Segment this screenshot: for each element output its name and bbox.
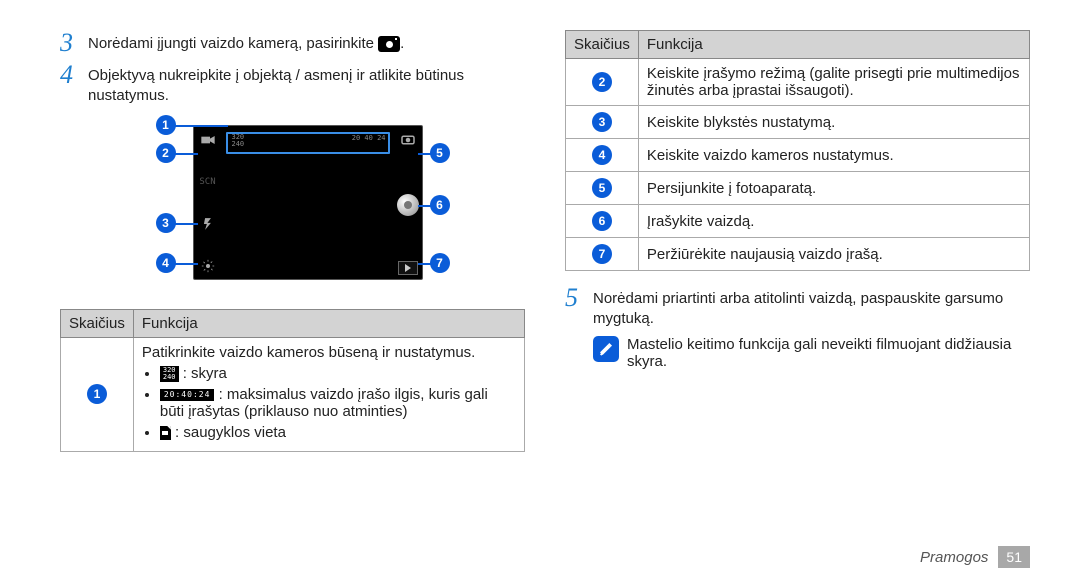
scene-icon: SCN xyxy=(198,172,218,192)
row-badge: 1 xyxy=(87,384,107,404)
step-5: 5 Norėdami priartinti arba atitolinti va… xyxy=(565,285,1030,330)
bullet-text: saugyklos vieta xyxy=(183,424,286,441)
step-number: 3 xyxy=(60,30,88,56)
table-row: 1 Patikrinkite vaizdo kameros būseną ir … xyxy=(61,337,525,451)
table-row: 5 Persijunkite į fotoaparatą. xyxy=(566,172,1030,205)
row-content: Peržiūrėkite naujausią vaizdo įrašą. xyxy=(638,238,1029,271)
bullet-text: skyra xyxy=(191,365,227,382)
playback-thumbnail xyxy=(398,261,418,275)
info-table-right: Skaičius Funkcija 2 Keiskite įrašymo rež… xyxy=(565,30,1030,271)
page-number: 51 xyxy=(998,546,1030,568)
step-number: 5 xyxy=(565,285,593,311)
callout-6: 6 xyxy=(430,195,450,215)
row-content: Keiskite blykstės nustatymą. xyxy=(638,106,1029,139)
page-footer: Pramogos 51 xyxy=(920,546,1030,568)
time-indicator: 20 40 24 xyxy=(352,134,386,142)
row-badge: 4 xyxy=(592,145,612,165)
row-content: Keiskite įrašymo režimą (galite prisegti… xyxy=(638,59,1029,106)
note: Mastelio keitimo funkcija gali neveikti … xyxy=(593,336,1030,370)
camera-mode-icon xyxy=(378,36,400,52)
bullet-storage: : saugyklos vieta xyxy=(160,424,516,441)
note-text: Mastelio keitimo funkcija gali neveikti … xyxy=(627,336,1030,370)
storage-icon xyxy=(160,426,171,440)
step-text: Norėdami priartinti arba atitolinti vaiz… xyxy=(593,285,1030,330)
duration-icon: 20:40:24 xyxy=(160,389,215,401)
video-mode-icon xyxy=(198,130,218,150)
row-content: Persijunkite į fotoaparatą. xyxy=(638,172,1029,205)
resolution-indicator: 320240 xyxy=(232,134,245,148)
note-icon xyxy=(593,336,619,362)
camera-right-toolbar xyxy=(394,126,422,279)
flash-icon xyxy=(198,214,218,234)
camera-diagram: 320240 20 40 24 SCN 1 xyxy=(138,115,448,295)
callout-2: 2 xyxy=(156,143,176,163)
row-content: Patikrinkite vaizdo kameros būseną ir nu… xyxy=(133,337,524,451)
table-header-number: Skaičius xyxy=(566,31,639,59)
camera-left-toolbar: SCN xyxy=(194,126,222,279)
table-row: 7 Peržiūrėkite naujausią vaizdo įrašą. xyxy=(566,238,1030,271)
row-badge: 2 xyxy=(592,72,612,92)
step-text: Norėdami įjungti vaizdo kamerą, pasirink… xyxy=(88,30,525,54)
table-row: 4 Keiskite vaizdo kameros nustatymus. xyxy=(566,139,1030,172)
table-header-function: Funkcija xyxy=(133,309,524,337)
step-4: 4 Objektyvą nukreipkite į objektą / asme… xyxy=(60,62,525,107)
row-intro: Patikrinkite vaizdo kameros būseną ir nu… xyxy=(142,344,516,361)
bullet-resolution: 320240 : skyra xyxy=(160,365,516,382)
record-button xyxy=(397,194,419,216)
row-content: Įrašykite vaizdą. xyxy=(638,205,1029,238)
callout-4: 4 xyxy=(156,253,176,273)
info-table-left: Skaičius Funkcija 1 Patikrinkite vaizdo … xyxy=(60,309,525,452)
callout-1: 1 xyxy=(156,115,176,135)
row-badge: 3 xyxy=(592,112,612,132)
resolution-icon: 320240 xyxy=(160,366,179,382)
bullet-duration: 20:40:24 : maksimalus vaizdo įrašo ilgis… xyxy=(160,386,516,420)
table-row: 2 Keiskite įrašymo režimą (galite priseg… xyxy=(566,59,1030,106)
row-badge: 6 xyxy=(592,211,612,231)
callout-7: 7 xyxy=(430,253,450,273)
row-badge: 5 xyxy=(592,178,612,198)
row-content: Keiskite vaizdo kameros nustatymus. xyxy=(638,139,1029,172)
table-header-function: Funkcija xyxy=(638,31,1029,59)
settings-icon xyxy=(198,256,218,276)
row-badge: 7 xyxy=(592,244,612,264)
callout-5: 5 xyxy=(430,143,450,163)
step-text-after: . xyxy=(400,35,404,52)
camera-body: 320240 20 40 24 SCN xyxy=(193,125,423,280)
switch-camera-icon xyxy=(398,130,418,150)
step-number: 4 xyxy=(60,62,88,88)
table-row: 3 Keiskite blykstės nustatymą. xyxy=(566,106,1030,139)
callout-3: 3 xyxy=(156,213,176,233)
step-text: Objektyvą nukreipkite į objektą / asmenį… xyxy=(88,62,525,107)
step-3: 3 Norėdami įjungti vaizdo kamerą, pasiri… xyxy=(60,30,525,56)
table-row: 6 Įrašykite vaizdą. xyxy=(566,205,1030,238)
table-header-number: Skaičius xyxy=(61,309,134,337)
section-name: Pramogos xyxy=(920,549,988,566)
step-text-before: Norėdami įjungti vaizdo kamerą, pasirink… xyxy=(88,35,378,52)
